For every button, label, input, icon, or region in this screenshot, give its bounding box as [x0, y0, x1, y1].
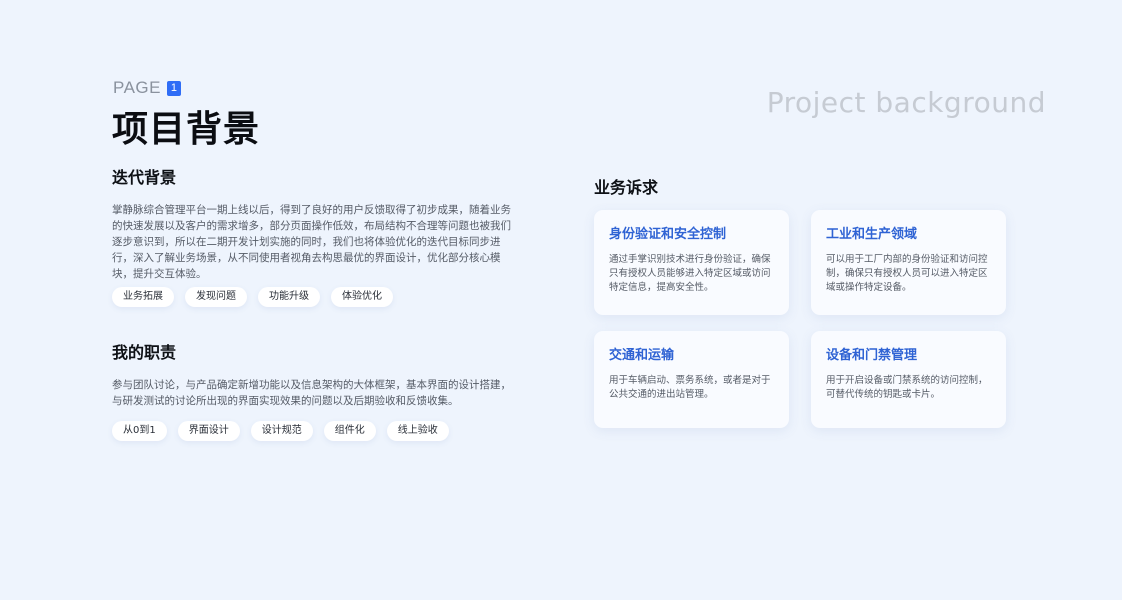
iteration-background-body: 掌静脉综合管理平台一期上线以后，得到了良好的用户反馈取得了初步成果，随着业务的快…	[112, 204, 511, 280]
tag-zero-to-one: 从0到1	[112, 421, 167, 441]
demand-card-desc: 用于开启设备或门禁系统的访问控制，可替代传统的钥匙或卡片。	[826, 375, 988, 400]
page-title-english: Project background	[766, 86, 1046, 119]
iteration-background-section: 迭代背景 掌静脉综合管理平台一期上线以后，得到了良好的用户反馈取得了初步成果，随…	[112, 164, 512, 307]
demand-card-title: 身份验证和安全控制	[609, 227, 727, 242]
tag-find-problems: 发现问题	[185, 287, 247, 307]
page-indicator: PAGE 1	[113, 78, 181, 98]
my-role-section: 我的职责 参与团队讨论，与产品确定新增功能以及信息架构的大体框架，基本界面的设计…	[112, 339, 512, 441]
demand-card-access-control: 设备和门禁管理 用于开启设备或门禁系统的访问控制，可替代传统的钥匙或卡片。	[811, 331, 1006, 428]
business-demands-section: 业务诉求	[594, 174, 658, 198]
iteration-background-heading: 迭代背景	[112, 168, 177, 187]
business-demands-heading: 业务诉求	[594, 178, 659, 197]
demand-card-title: 工业和生产领域	[826, 227, 918, 242]
demand-card-desc: 通过手掌识别技术进行身份验证，确保只有授权人员能够进入特定区域或访问特定信息，提…	[609, 254, 771, 293]
demand-card-industrial: 工业和生产领域 可以用于工厂内部的身份验证和访问控制，确保只有授权人员可以进入特…	[811, 210, 1006, 315]
page-title: 项目背景	[112, 109, 261, 150]
tag-interface-design: 界面设计	[177, 421, 240, 441]
demand-card-transport: 交通和运输 用于车辆启动、票务系统，或者是对于公共交通的进出站管理。	[594, 331, 789, 428]
tag-online-acceptance: 线上验收	[386, 421, 449, 441]
demand-card-identity-security: 身份验证和安全控制 通过手掌识别技术进行身份验证，确保只有授权人员能够进入特定区…	[594, 210, 789, 315]
my-role-tags: 从0到1 界面设计 设计规范 组件化 线上验收	[112, 421, 512, 441]
tag-componentization: 组件化	[323, 421, 376, 441]
tag-feature-upgrade: 功能升级	[258, 287, 320, 307]
my-role-heading: 我的职责	[112, 343, 177, 362]
demand-card-title: 设备和门禁管理	[826, 348, 918, 363]
my-role-body: 参与团队讨论，与产品确定新增功能以及信息架构的大体框架，基本界面的设计搭建，与研…	[112, 379, 511, 407]
page-number-badge: 1	[166, 80, 181, 96]
demand-card-desc: 可以用于工厂内部的身份验证和访问控制，确保只有授权人员可以进入特定区域或操作特定…	[826, 254, 988, 293]
tag-business-expansion: 业务拓展	[112, 287, 174, 307]
tag-experience-optimization: 体验优化	[331, 287, 393, 307]
demand-card-desc: 用于车辆启动、票务系统，或者是对于公共交通的进出站管理。	[609, 375, 771, 400]
tag-design-spec: 设计规范	[250, 421, 313, 441]
page-label: PAGE	[113, 78, 161, 97]
demand-card-title: 交通和运输	[609, 348, 675, 363]
iteration-background-tags: 业务拓展 发现问题 功能升级 体验优化	[112, 287, 512, 307]
